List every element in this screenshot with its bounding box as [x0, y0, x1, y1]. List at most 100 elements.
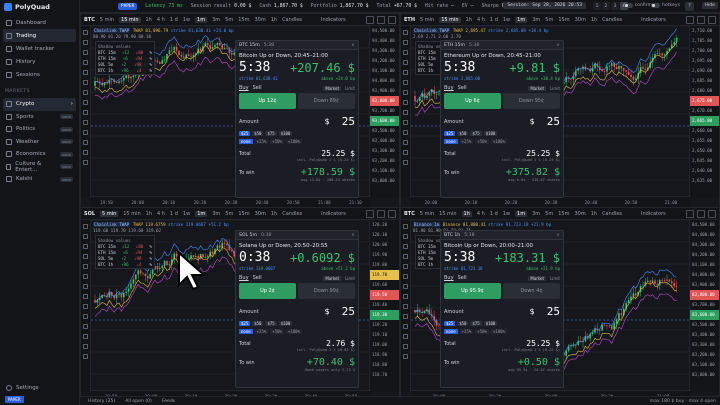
draw-tool-icon[interactable] [83, 30, 88, 35]
close-icon[interactable]: × [351, 233, 355, 238]
amount-preset-button[interactable]: $25 [239, 321, 251, 326]
sizing-preset-button[interactable]: none [239, 139, 253, 144]
draw-tool-icon[interactable] [83, 324, 88, 329]
sizing-preset-button[interactable]: +100% [285, 139, 302, 144]
all-open-tab[interactable]: All open (0) [125, 399, 152, 404]
amount-preset-button[interactable]: $50 [457, 321, 469, 326]
timeframe-tab[interactable]: 5m [225, 211, 233, 217]
card-header[interactable]: SOL 5m 0:38 × [236, 231, 358, 240]
amount-preset-button[interactable]: $75 [265, 321, 277, 326]
draw-tool-icon[interactable] [83, 40, 88, 45]
session-indicator[interactable]: Session: Sep 28, 2026 20:53 [503, 2, 586, 9]
draw-tool-icon[interactable] [83, 60, 88, 65]
timeframe-tab[interactable]: 3m [532, 211, 540, 217]
timeframe-tab[interactable]: 3m [212, 211, 220, 217]
limit-order-tab[interactable]: Limit [345, 276, 355, 281]
settings-icon[interactable] [697, 15, 705, 24]
timeframe-tab[interactable]: 15 min [439, 211, 456, 217]
timeframe-tab[interactable]: 30m [574, 211, 585, 217]
indicators-button[interactable]: Indicators [321, 211, 346, 217]
timeframe-tab[interactable]: 1h [271, 211, 277, 217]
sizing-preset-button[interactable]: +100% [285, 329, 302, 334]
buy-up-button[interactable]: Up 12¢ [239, 93, 296, 109]
nav-item-dashboard[interactable]: Dashboard [3, 16, 76, 29]
draw-tool-icon[interactable] [83, 224, 88, 229]
draw-tool-icon[interactable] [403, 354, 408, 359]
draw-tool-icon[interactable] [403, 40, 408, 45]
confirm-toggle[interactable]: confirm [623, 3, 652, 8]
timeframe-tab[interactable]: 15m [558, 211, 569, 217]
market-item-culture[interactable]: Culture & Entert... soon [3, 161, 76, 174]
draw-tool-icon[interactable] [403, 254, 408, 259]
draw-tool-icon[interactable] [403, 150, 408, 155]
buy-tab[interactable]: Buy [444, 85, 454, 91]
market-order-tab[interactable]: Market [323, 275, 342, 281]
draw-tool-icon[interactable] [83, 50, 88, 55]
draw-tool-icon[interactable] [83, 80, 88, 85]
close-icon[interactable]: × [556, 43, 560, 48]
nav-item-sessions[interactable]: Sessions [3, 68, 76, 81]
symbol-selector[interactable]: BTC [84, 17, 95, 23]
camera-icon[interactable] [686, 15, 694, 24]
limit-order-tab[interactable]: Limit [550, 276, 560, 281]
sizing-preset-button[interactable]: +25% [254, 329, 269, 334]
buy-down-button[interactable]: Down 99¢ [298, 283, 355, 299]
draw-tool-icon[interactable] [83, 294, 88, 299]
buy-up-button[interactable]: Up 95.9¢ [444, 283, 501, 299]
draw-tool-icon[interactable] [83, 160, 88, 165]
market-order-tab[interactable]: Market [528, 85, 547, 91]
market-order-tab[interactable]: Market [528, 275, 547, 281]
sell-tab[interactable]: Sell [458, 275, 467, 281]
buy-tab[interactable]: Buy [239, 85, 249, 91]
limit-order-tab[interactable]: Limit [345, 86, 355, 91]
draw-tool-icon[interactable] [83, 140, 88, 145]
amount-input[interactable]: 25 [547, 305, 560, 318]
draw-tool-icon[interactable] [403, 224, 408, 229]
sizing-preset-button[interactable]: none [444, 329, 458, 334]
amount-preset-button[interactable]: $75 [470, 131, 482, 136]
timeframe-tab[interactable]: 1m [195, 16, 208, 23]
timeframe-tab[interactable]: 3m [212, 17, 220, 23]
timeframe-tab[interactable]: 1h [146, 17, 152, 23]
chart-type-dropdown[interactable]: Candles [602, 17, 622, 23]
draw-tool-icon[interactable] [403, 294, 408, 299]
hide-button[interactable]: Hide [701, 2, 718, 9]
timeframe-tab[interactable]: 1w [183, 17, 190, 23]
draw-tool-icon[interactable] [403, 60, 408, 65]
sell-tab[interactable]: Sell [458, 85, 467, 91]
card-header[interactable]: ETH 15m 5:38 × [441, 41, 563, 50]
sizing-preset-button[interactable]: +50% [270, 329, 284, 334]
draw-tool-icon[interactable] [403, 140, 408, 145]
amount-preset-button[interactable]: $50 [457, 131, 469, 136]
camera-icon[interactable] [366, 209, 374, 218]
timeframe-tab[interactable]: 5 min [100, 17, 114, 23]
card-header[interactable]: BTC 15m 5:38 × [236, 41, 358, 50]
draw-tool-icon[interactable] [403, 334, 408, 339]
card-header[interactable]: BTC 1h 5:38 × [441, 231, 563, 240]
buy-down-button[interactable]: Down 4¢ [503, 283, 560, 299]
timeframe-tab[interactable]: 5m [545, 211, 553, 217]
draw-tool-icon[interactable] [83, 334, 88, 339]
timeframe-tab[interactable]: 5 min [420, 17, 434, 23]
close-icon[interactable]: × [351, 43, 355, 48]
draw-tool-icon[interactable] [403, 324, 408, 329]
sizing-preset-button[interactable]: +50% [475, 139, 489, 144]
timeframe-tab[interactable]: 1 d [170, 211, 178, 217]
amount-preset-button[interactable]: $25 [239, 131, 251, 136]
sizing-preset-button[interactable]: +25% [459, 329, 474, 334]
sell-tab[interactable]: Sell [253, 275, 262, 281]
timeframe-tab[interactable]: 1m [515, 16, 528, 23]
draw-tool-icon[interactable] [83, 254, 88, 259]
settings-icon[interactable] [697, 209, 705, 218]
sizing-preset-button[interactable]: +100% [490, 329, 507, 334]
draw-tool-icon[interactable] [83, 284, 88, 289]
feeds-tab[interactable]: Feeds [162, 399, 175, 404]
draw-tool-icon[interactable] [403, 130, 408, 135]
indicators-button[interactable]: Indicators [321, 17, 346, 23]
timeframe-tab[interactable]: 4 h [157, 17, 165, 23]
draw-tool-icon[interactable] [403, 244, 408, 249]
timeframe-tab[interactable]: 1 d [490, 17, 498, 23]
sizing-preset-button[interactable]: none [239, 329, 253, 334]
draw-tool-icon[interactable] [83, 354, 88, 359]
draw-tool-icon[interactable] [403, 30, 408, 35]
